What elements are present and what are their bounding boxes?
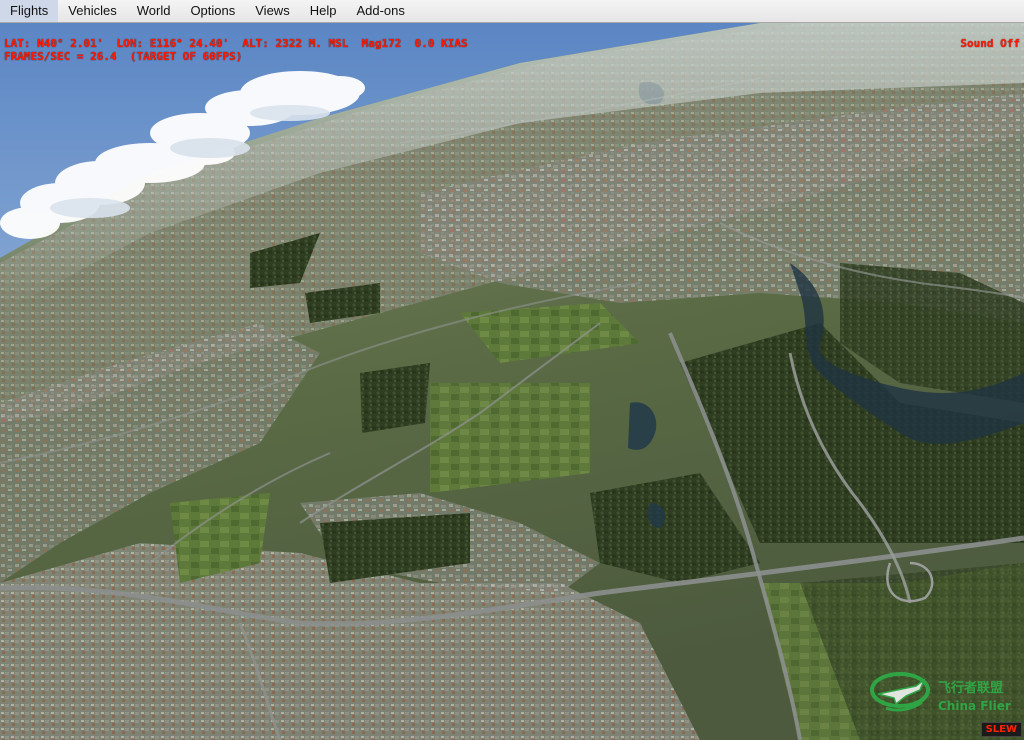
menu-help[interactable]: Help xyxy=(300,0,347,22)
slew-mode-badge: SLEW xyxy=(980,722,1022,737)
menu-options[interactable]: Options xyxy=(180,0,245,22)
watermark-english-text: China Flier xyxy=(938,699,1011,713)
watermark-chinese-text: 飞行者联盟 xyxy=(938,680,1003,696)
menu-add-ons[interactable]: Add-ons xyxy=(346,0,414,22)
menu-bar: Flights Vehicles World Options Views Hel… xyxy=(0,0,1024,23)
scenery-viewport[interactable] xyxy=(0,23,1024,740)
airplane-logo-icon xyxy=(870,672,930,712)
china-flier-watermark: 飞行者联盟 China Flier xyxy=(866,668,1022,718)
aerial-scenery xyxy=(0,23,1024,740)
hud-position-readout: LAT: N40° 2.01' LON: E116° 24.40' ALT: 2… xyxy=(4,37,468,50)
menu-views[interactable]: Views xyxy=(245,0,299,22)
hud-sound-status: Sound Off xyxy=(960,37,1020,50)
menu-flights[interactable]: Flights xyxy=(0,0,59,22)
menu-vehicles[interactable]: Vehicles xyxy=(58,0,126,22)
flight-simulator-window: Flights Vehicles World Options Views Hel… xyxy=(0,0,1024,740)
hud-frame-rate: FRAMES/SEC = 26.4 (TARGET OF 60FPS) xyxy=(4,50,243,63)
menu-world[interactable]: World xyxy=(127,0,181,22)
